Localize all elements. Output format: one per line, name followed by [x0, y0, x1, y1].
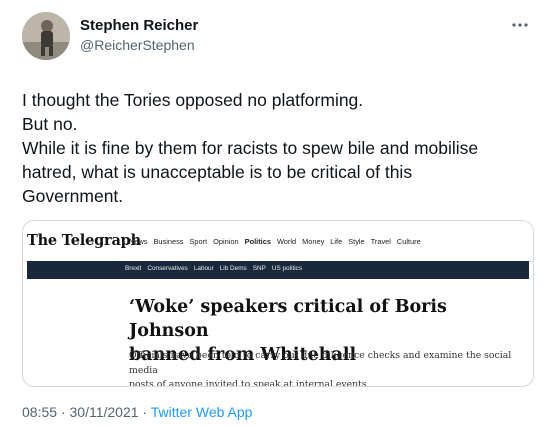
- avatar[interactable]: [22, 12, 70, 60]
- standfirst-line: posts of anyone invited to speak at inte…: [129, 379, 367, 387]
- meta-separator: ·: [60, 404, 66, 420]
- tweet-line: While it is fine by them for racists to …: [22, 138, 479, 158]
- telegraph-nav-item: Style: [348, 237, 365, 246]
- telegraph-subnav-item: Labour: [193, 265, 214, 272]
- telegraph-subnav: Brexit Conservatives Labour Lib Dems SNP…: [27, 261, 529, 279]
- tweet-line: I thought the Tories opposed no platform…: [22, 90, 364, 110]
- headline-line: ‘Woke’ speakers critical of Boris Johnso…: [129, 297, 447, 341]
- telegraph-subnav-item: SNP: [252, 265, 266, 272]
- link-card[interactable]: The Telegraph News Business Sport Opinio…: [22, 220, 534, 387]
- tweet-date[interactable]: 30/11/2021: [70, 404, 139, 420]
- telegraph-nav-item: Sport: [189, 237, 208, 246]
- tweet-line: Government.: [22, 186, 124, 206]
- telegraph-logo: The Telegraph: [27, 232, 141, 249]
- author-handle[interactable]: @ReicherStephen: [80, 37, 195, 53]
- telegraph-subnav-item: Lib Dems: [219, 265, 247, 272]
- article-standfirst: Officials have been told to carry out du…: [129, 349, 529, 387]
- telegraph-nav: News Business Sport Opinion Politics Wor…: [129, 237, 421, 246]
- telegraph-nav-item: Travel: [370, 237, 391, 246]
- telegraph-header: The Telegraph News Business Sport Opinio…: [23, 221, 533, 262]
- telegraph-nav-item: Opinion: [213, 237, 239, 246]
- more-options-icon[interactable]: [510, 18, 530, 32]
- source-app-link[interactable]: Twitter Web App: [151, 404, 253, 420]
- tweet-line: But no.: [22, 114, 78, 134]
- tweet-line: hatred, what is unacceptable is to be cr…: [22, 162, 413, 182]
- telegraph-nav-item: Business: [153, 237, 184, 246]
- telegraph-nav-item: News: [129, 237, 148, 246]
- telegraph-nav-item: Money: [302, 237, 325, 246]
- author-name[interactable]: Stephen Reicher: [80, 17, 198, 34]
- telegraph-subnav-item: Conservatives: [147, 265, 188, 272]
- tweet-time[interactable]: 08:55: [22, 404, 57, 420]
- avatar-photo: [22, 12, 70, 60]
- tweet-text: I thought the Tories opposed no platform…: [22, 88, 532, 208]
- tweet-meta: 08:55 · 30/11/2021 · Twitter Web App: [22, 404, 252, 420]
- telegraph-subnav-item: Brexit: [125, 265, 142, 272]
- telegraph-nav-item: World: [276, 237, 297, 246]
- telegraph-subnav-item: US politics: [271, 265, 303, 272]
- standfirst-line: Officials have been told to carry out du…: [129, 350, 512, 376]
- meta-separator: ·: [142, 404, 148, 420]
- telegraph-nav-item: Life: [330, 237, 343, 246]
- telegraph-nav-item: Culture: [396, 237, 421, 246]
- telegraph-nav-item: Politics: [244, 237, 271, 246]
